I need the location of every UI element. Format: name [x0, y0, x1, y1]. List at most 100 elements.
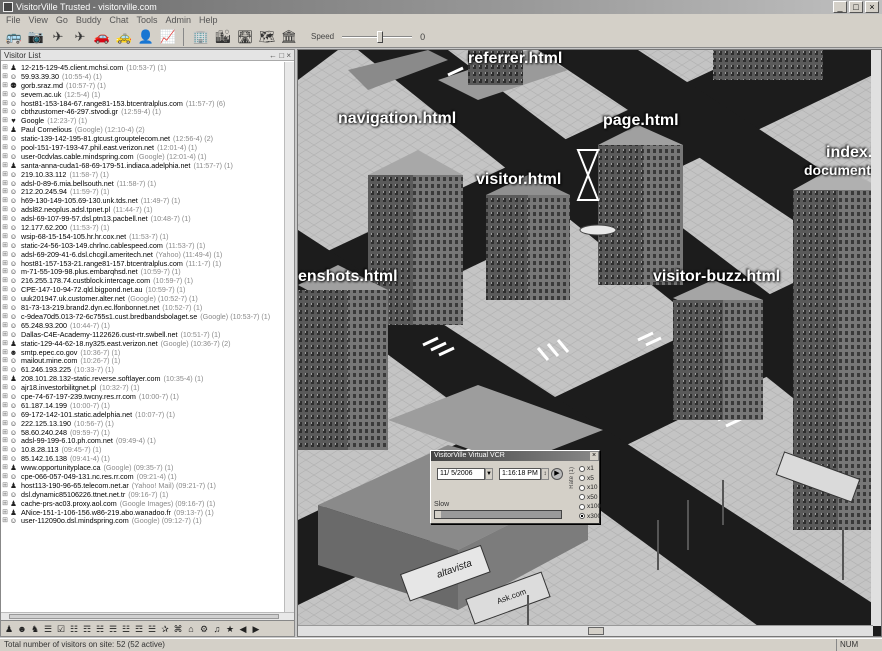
panel-tool-icon[interactable]: ☵	[94, 623, 106, 635]
speed-slider[interactable]	[342, 30, 413, 44]
expand-icon[interactable]: ⊞	[1, 349, 9, 358]
visitor-row[interactable]: ⊞ ☺ user-112090o.dsl.mindspring.com (Google…	[1, 517, 286, 526]
expand-icon[interactable]: ⊞	[1, 126, 9, 135]
radio-icon[interactable]	[579, 484, 585, 491]
expand-icon[interactable]: ⊞	[1, 500, 9, 509]
expand-icon[interactable]: ⊞	[1, 251, 9, 260]
plane-icon[interactable]: ✈	[48, 28, 68, 46]
building-label-visitor[interactable]: visitor.html	[476, 171, 561, 189]
map-icon[interactable]: 🗺	[257, 28, 277, 46]
city-scroll-thumb[interactable]	[588, 627, 604, 635]
expand-icon[interactable]: ⊞	[1, 171, 9, 180]
vcr-rate-option[interactable]: x1	[579, 464, 601, 474]
radio-icon[interactable]	[579, 494, 585, 501]
visitor-list[interactable]: ⊞ ♟ 12-215-129-45.client.mchsi.com (10:53-7…	[1, 62, 286, 618]
expand-icon[interactable]: ⊞	[1, 108, 9, 117]
expand-icon[interactable]: ⊞	[1, 224, 9, 233]
expand-icon[interactable]: ⊞	[1, 455, 9, 464]
expand-icon[interactable]: ⊞	[1, 295, 9, 304]
panel-header-buttons[interactable]: ← □ ×	[269, 50, 291, 61]
menu-chat[interactable]: Chat	[109, 14, 128, 26]
expand-icon[interactable]: ⊞	[1, 144, 9, 153]
expand-icon[interactable]: ⊞	[1, 100, 9, 109]
panel-tool-icon[interactable]: ♫	[211, 623, 223, 635]
radio-icon[interactable]	[579, 475, 585, 482]
expand-icon[interactable]: ⊞	[1, 437, 9, 446]
expand-icon[interactable]: ⊞	[1, 233, 9, 242]
menu-tools[interactable]: Tools	[136, 14, 157, 26]
expand-icon[interactable]: ⊞	[1, 402, 9, 411]
minimize-button[interactable]: _	[833, 1, 847, 13]
expand-icon[interactable]: ⊞	[1, 286, 9, 295]
city-icon[interactable]: 🏙	[213, 28, 233, 46]
expand-icon[interactable]: ⊞	[1, 162, 9, 171]
city-vertical-scrollbar[interactable]	[871, 50, 881, 626]
expand-icon[interactable]: ⊞	[1, 277, 9, 286]
city-view[interactable]: altavista Ask.com referrer.html navigati…	[297, 49, 882, 637]
menu-admin[interactable]: Admin	[165, 14, 191, 26]
panel-tool-icon[interactable]: ◀	[237, 623, 249, 635]
expand-icon[interactable]: ⊞	[1, 464, 9, 473]
panel-tool-icon[interactable]: ☳	[120, 623, 132, 635]
panel-tool-icon[interactable]: ⌘	[172, 623, 184, 635]
expand-icon[interactable]: ⊞	[1, 82, 9, 91]
expand-icon[interactable]: ⊞	[1, 509, 9, 518]
expand-icon[interactable]: ⊞	[1, 322, 9, 331]
expand-icon[interactable]: ⊞	[1, 73, 9, 82]
expand-icon[interactable]: ⊞	[1, 215, 9, 224]
panel-tool-icon[interactable]: ☑	[55, 623, 67, 635]
expand-icon[interactable]: ⊞	[1, 268, 9, 277]
expand-icon[interactable]: ⊞	[1, 420, 9, 429]
expand-icon[interactable]: ⊞	[1, 482, 9, 491]
building-label-referrer[interactable]: referrer.html	[468, 50, 562, 68]
panel-tool-icon[interactable]: ⌂	[185, 623, 197, 635]
vcr-time-spinner-icon[interactable]: ↕	[541, 468, 549, 480]
menu-go[interactable]: Go	[56, 14, 68, 26]
panel-tool-icon[interactable]: ⚙	[198, 623, 210, 635]
expand-icon[interactable]: ⊞	[1, 517, 9, 526]
panel-tool-icon[interactable]: ▶	[250, 623, 262, 635]
visitor-list-horizontal-scrollbar[interactable]	[1, 612, 294, 620]
expand-icon[interactable]: ⊞	[1, 153, 9, 162]
panel-tool-icon[interactable]: ☴	[107, 623, 119, 635]
expand-icon[interactable]: ⊞	[1, 64, 9, 73]
vcr-rate-option[interactable]: x5	[579, 474, 601, 484]
building-label-navigation[interactable]: navigation.html	[338, 110, 456, 128]
vcr-rate-option[interactable]: x300	[579, 512, 601, 522]
building-icon[interactable]: 🏢	[191, 28, 211, 46]
camera-icon[interactable]: 📷	[26, 28, 46, 46]
speed-slider-thumb[interactable]	[377, 30, 384, 43]
visitor-list-vertical-scrollbar[interactable]	[284, 62, 294, 618]
expand-icon[interactable]: ⊞	[1, 117, 9, 126]
tower-icon[interactable]: 🏛	[279, 28, 299, 46]
car-icon[interactable]: 🚗	[92, 28, 112, 46]
vcr-time-field[interactable]: 1:16:18 PM	[499, 468, 541, 480]
panel-tool-icon[interactable]: ☶	[81, 623, 93, 635]
street-icon[interactable]: 🛣	[235, 28, 255, 46]
expand-icon[interactable]: ⊞	[1, 304, 9, 313]
expand-icon[interactable]: ⊞	[1, 429, 9, 438]
panel-tool-icon[interactable]: ☲	[133, 623, 145, 635]
expand-icon[interactable]: ⊞	[1, 393, 9, 402]
radio-icon[interactable]	[579, 513, 585, 520]
person-icon[interactable]: 👤	[136, 28, 156, 46]
expand-icon[interactable]: ⊞	[1, 375, 9, 384]
chart-icon[interactable]: 📈	[158, 28, 178, 46]
vcr-progress-slider[interactable]	[434, 510, 562, 519]
plane-left-icon[interactable]: ✈	[70, 28, 90, 46]
vcr-slider-thumb[interactable]	[435, 511, 441, 518]
vcr-play-button[interactable]: ▶	[551, 468, 563, 480]
expand-icon[interactable]: ⊞	[1, 135, 9, 144]
bus-icon[interactable]: 🚌	[4, 28, 24, 46]
expand-icon[interactable]: ⊞	[1, 180, 9, 189]
menu-file[interactable]: File	[6, 14, 21, 26]
close-button[interactable]: ×	[865, 1, 879, 13]
building-label-page[interactable]: page.html	[603, 112, 679, 130]
expand-icon[interactable]: ⊞	[1, 242, 9, 251]
panel-tool-icon[interactable]: ✰	[159, 623, 171, 635]
expand-icon[interactable]: ⊞	[1, 91, 9, 100]
vcr-rate-option[interactable]: x100	[579, 502, 601, 512]
vcr-close-icon[interactable]: ×	[590, 452, 598, 460]
panel-tool-icon[interactable]: ♞	[29, 623, 41, 635]
menu-buddy[interactable]: Buddy	[76, 14, 102, 26]
